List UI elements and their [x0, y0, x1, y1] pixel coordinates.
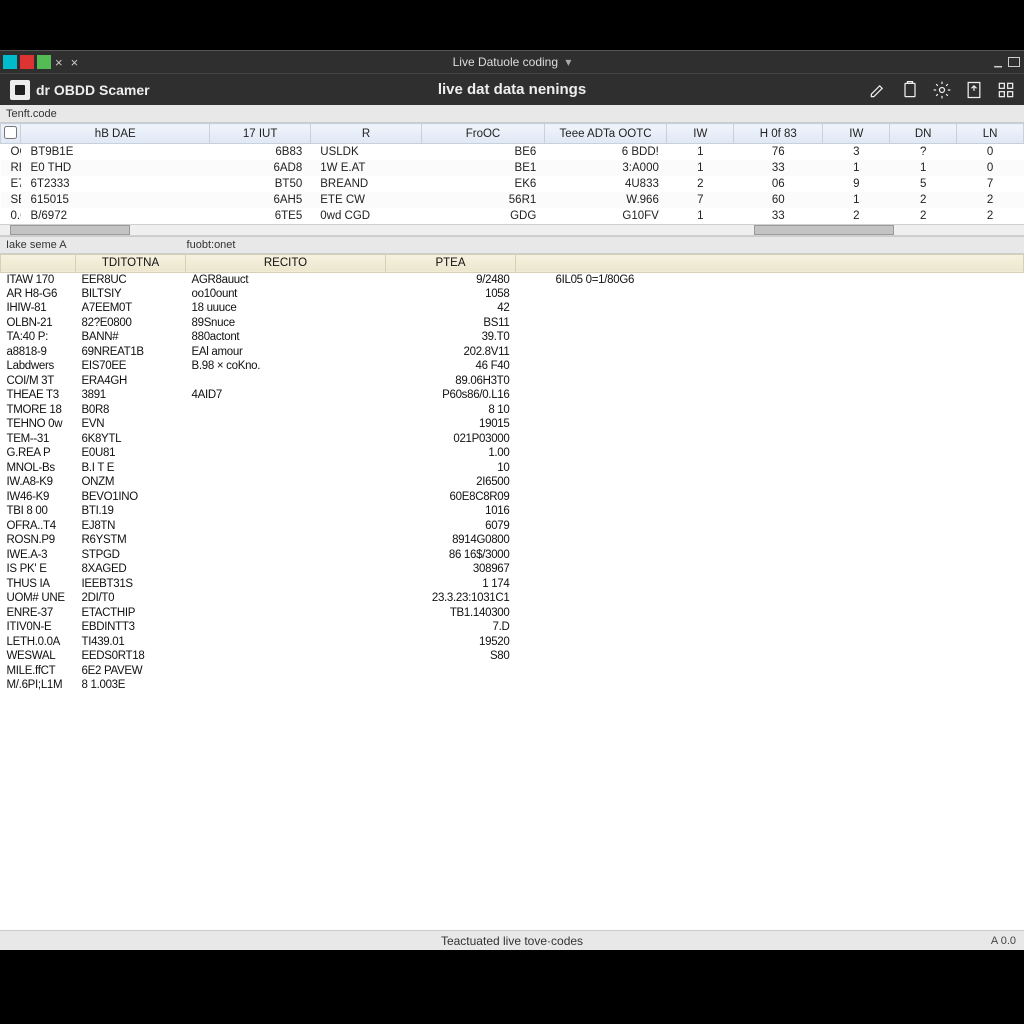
table-row[interactable]: TMORE 18B0R88 10	[1, 403, 1024, 418]
table-row[interactable]: LabdwersEIS70EEB.98 × coKno.46 F40	[1, 359, 1024, 374]
section-label: Tenft.code	[6, 108, 57, 120]
status-right: A 0.0	[991, 935, 1016, 947]
horizontal-scrollbar-top[interactable]	[0, 224, 1024, 236]
top-col-header[interactable]: R	[310, 124, 421, 144]
table-row[interactable]: OGBT9B1E6B83USLDKBE66 BDD!1763?0	[1, 144, 1024, 160]
table-row[interactable]: ENRE-37ETACTHIPTB1.140300	[1, 606, 1024, 621]
titlebar: × × Live Datuole coding ▾ ▁	[0, 51, 1024, 73]
header-bar: dr OBDD Scamer live dat data nenings	[0, 73, 1024, 105]
table-row[interactable]: a8818-969NREAT1BEAl amour202.8V11	[1, 345, 1024, 360]
scroll-thumb-right[interactable]	[754, 225, 894, 235]
grid-icon[interactable]	[996, 80, 1016, 100]
table-row[interactable]: IW.A8-K9ONZM2I6500	[1, 475, 1024, 490]
table-row[interactable]: G.REA PE0U811.00	[1, 446, 1024, 461]
mid-label-b: fuobt:onet	[187, 239, 236, 251]
close-icon[interactable]: ×	[55, 55, 63, 70]
export-icon[interactable]	[964, 80, 984, 100]
window-title: Live Datuole coding ▾	[0, 55, 1024, 69]
table-row[interactable]: THEAE T338914AID7P60s86/0.L16	[1, 388, 1024, 403]
table-row[interactable]: REE0 THD6AD81W E.ATBE13:A000133110	[1, 160, 1024, 176]
section-label-bar: Tenft.code	[0, 105, 1024, 123]
top-col-header[interactable]: FroOC	[422, 124, 545, 144]
window-title-text: Live Datuole coding	[453, 55, 558, 69]
table-row[interactable]: WESWALEEDS0RT18S80	[1, 649, 1024, 664]
mid-label-a: Iake seme A	[6, 239, 67, 251]
minimize-button[interactable]	[3, 55, 17, 69]
app-name: dr OBDD Scamer	[36, 82, 150, 98]
close-button[interactable]	[20, 55, 34, 69]
table-row[interactable]: TBI 8 00BTI.191016	[1, 504, 1024, 519]
gear-icon[interactable]	[932, 80, 952, 100]
status-bar: Teactuated live tove·codes A 0.0	[0, 930, 1024, 950]
table-row[interactable]: E76T2333BT50BREANDEK64U833206957	[1, 176, 1024, 192]
close-secondary-icon[interactable]: ×	[71, 55, 79, 70]
table-row[interactable]: UOM# UNE2DI/T023.3.23:1031C1	[1, 591, 1024, 606]
maximize-button[interactable]	[37, 55, 51, 69]
table-row[interactable]: IW46-K9BEVO1INO60E8C8R09	[1, 490, 1024, 505]
select-all-checkbox[interactable]	[4, 126, 17, 139]
status-text: Teactuated live tove·codes	[441, 934, 583, 948]
top-table: hB DAE17 IUTRFroOCTeee ADTa OOTCIWH 0f 8…	[0, 123, 1024, 224]
top-col-header[interactable]: LN	[957, 124, 1024, 144]
bottom-col-header[interactable]	[1, 254, 76, 272]
table-row[interactable]: ROSN.P9R6YSTM8914G0800	[1, 533, 1024, 548]
table-row[interactable]: LETH.0.0ATI439.0119520	[1, 635, 1024, 650]
table-row[interactable]: 0.6B/69726TE50wd CGDGDGG10FV133222	[1, 208, 1024, 224]
table-row[interactable]: OFRA..T4EJ8TN6079	[1, 519, 1024, 534]
table-row[interactable]: ITIV0N-EEBDINTT37.D	[1, 620, 1024, 635]
table-row[interactable]: OLBN-2182?E080089SnuceBS11	[1, 316, 1024, 331]
window-restore-icon[interactable]	[1008, 57, 1020, 67]
top-col-header[interactable]: hB DAE	[21, 124, 210, 144]
edit-icon[interactable]	[868, 80, 888, 100]
top-col-header[interactable]: H 0f 83	[734, 124, 823, 144]
bottom-table: TDITOTNARECITOPTEA ITAW 170EER8UCAGR8auu…	[0, 254, 1024, 931]
bottom-col-header[interactable]	[516, 254, 1024, 272]
table-row[interactable]: IS PK' E8XAGED308967	[1, 562, 1024, 577]
toolbar	[868, 74, 1016, 105]
table-row[interactable]: TEHNO 0wEVN19015	[1, 417, 1024, 432]
table-row[interactable]: TA:40 P:BANN#880actont39.T0	[1, 330, 1024, 345]
top-col-header[interactable]: DN	[890, 124, 957, 144]
mid-label-bar: Iake seme A fuobt:onet	[0, 236, 1024, 254]
bottom-col-header[interactable]: TDITOTNA	[76, 254, 186, 272]
app-logo-icon	[10, 80, 30, 100]
table-row[interactable]: TEM--316K8YTL021P03000	[1, 432, 1024, 447]
table-row[interactable]: SE6150156AH5ETE CW56R1W.966760122	[1, 192, 1024, 208]
table-row[interactable]: COI/M 3TERA4GH89.06H3T0	[1, 374, 1024, 389]
table-row[interactable]: IWE.A-3STPGD86 16$/3000	[1, 548, 1024, 563]
table-row[interactable]: IHIW-81A7EEM0T18 uuuce42	[1, 301, 1024, 316]
top-col-header[interactable]: 17 IUT	[210, 124, 310, 144]
top-col-header[interactable]: IW	[823, 124, 890, 144]
letterbox-bottom	[0, 950, 1024, 1024]
window-right-controls: ▁	[994, 51, 1020, 73]
table-row[interactable]: MILE.ffCT6E2 PAVEW	[1, 664, 1024, 679]
table-row[interactable]: ITAW 170EER8UCAGR8auuct9/24806IL05 0=1/8…	[1, 272, 1024, 287]
window-min-icon[interactable]: ▁	[994, 57, 1002, 68]
table-row[interactable]: THUS IAIEEBT31S1 174	[1, 577, 1024, 592]
bottom-col-header[interactable]: PTEA	[386, 254, 516, 272]
clipboard-icon[interactable]	[900, 80, 920, 100]
window-title-dropdown-icon[interactable]: ▾	[565, 55, 571, 69]
top-col-header[interactable]	[1, 124, 21, 144]
top-table-header-row: hB DAE17 IUTRFroOCTeee ADTa OOTCIWH 0f 8…	[1, 124, 1024, 144]
table-row[interactable]: MNOL-BsB.I T E10	[1, 461, 1024, 476]
scroll-thumb-left[interactable]	[10, 225, 130, 235]
top-col-header[interactable]: Teee ADTa OOTC	[544, 124, 667, 144]
top-col-header[interactable]: IW	[667, 124, 734, 144]
window-frame: × × Live Datuole coding ▾ ▁ dr OBDD Scam…	[0, 50, 1024, 950]
bottom-table-header-row: TDITOTNARECITOPTEA	[1, 254, 1024, 272]
table-row[interactable]: M/.6PI;L1M8 1.003E	[1, 678, 1024, 693]
bottom-col-header[interactable]: RECITO	[186, 254, 386, 272]
window-controls: × ×	[0, 51, 82, 73]
table-row[interactable]: AR H8-G6BILTSIYoo10ount1058	[1, 287, 1024, 302]
